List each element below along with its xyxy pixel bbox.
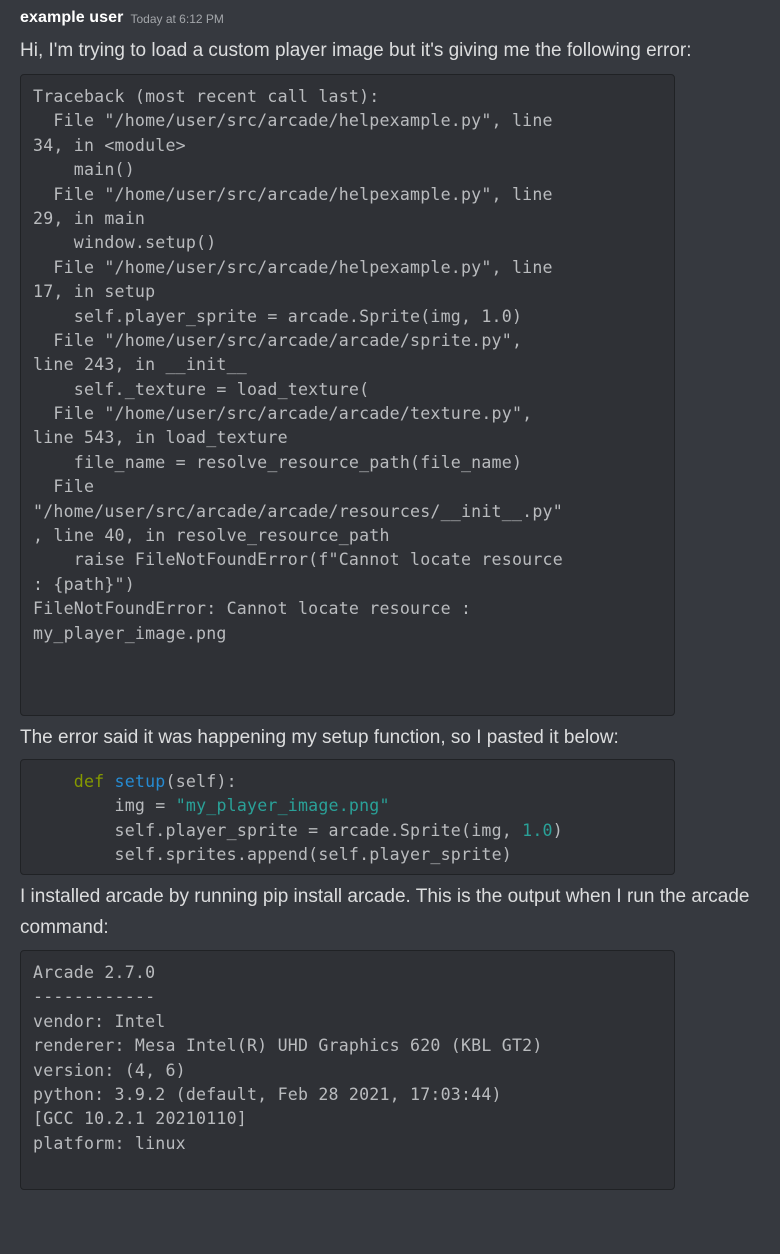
code-line: File "/home/user/src/arcade/arcade/textu… [33, 404, 533, 424]
username[interactable]: example user [20, 9, 123, 27]
code-line: "/home/user/src/arcade/arcade/resources/… [33, 501, 563, 521]
code-line: python: 3.9.2 (default, Feb 28 2021, 17:… [33, 1084, 502, 1104]
code-line: File "/home/user/src/arcade/helpexample.… [33, 184, 553, 204]
code-line: renderer: Mesa Intel(R) UHD Graphics 620… [33, 1036, 543, 1056]
code-line: img = "my_player_image.png" [33, 794, 664, 818]
code-line: line 243, in __init__ [33, 355, 247, 375]
message-header: example user Today at 6:12 PM [20, 0, 772, 36]
code-text: (self): [165, 772, 237, 791]
code-line: def setup(self): [33, 770, 664, 794]
code-line: File "/home/user/src/arcade/helpexample.… [33, 257, 553, 277]
code-line: : {path}") [33, 574, 135, 594]
code-line: Traceback (most recent call last): [33, 87, 380, 106]
code-line: platform: linux [33, 1133, 186, 1153]
code-function-name: setup [114, 772, 166, 791]
code-text: img = [114, 796, 176, 816]
python-code-block: def setup(self): img = "my_player_image.… [20, 759, 675, 875]
code-keyword: def [73, 772, 105, 791]
code-line: FileNotFoundError: Cannot locate resourc… [33, 599, 472, 619]
code-line: 29, in main [33, 208, 146, 228]
chat-message: example user Today at 6:12 PM Hi, I'm tr… [20, 0, 772, 1196]
message-paragraph-2: The error said it was happening my setup… [20, 727, 619, 748]
code-line: 17, in setup [33, 282, 156, 302]
code-line: self.sprites.append(self.player_sprite) [33, 843, 664, 867]
code-line: self._texture = load_texture( [33, 379, 370, 399]
code-text: self.sprites.append(self.player_sprite) [114, 845, 512, 865]
message-paragraph-1: Hi, I'm trying to load a custom player i… [20, 40, 692, 61]
code-line: main() [33, 160, 135, 180]
code-line: File "/home/user/src/arcade/arcade/sprit… [33, 330, 523, 350]
code-line: 34, in <module> [33, 135, 186, 155]
code-line: , line 40, in resolve_resource_path [33, 526, 390, 546]
code-line: ------------ [33, 987, 156, 1007]
code-line: [GCC 10.2.1 20210110] [33, 1109, 247, 1129]
code-line: window.setup() [33, 233, 217, 253]
code-line: File "/home/user/src/arcade/helpexample.… [33, 111, 553, 131]
code-line: self.player_sprite = arcade.Sprite(img, … [33, 819, 664, 843]
code-line: my_player_image.png [33, 623, 227, 643]
code-number: 1.0 [522, 820, 553, 840]
arcade-output-code-block: Arcade 2.7.0 ------------ vendor: Intel ren… [20, 950, 675, 1190]
code-line: File [33, 477, 95, 497]
code-line: self.player_sprite = arcade.Sprite(img, … [33, 306, 523, 326]
message-paragraph-3: I installed arcade by running pip instal… [20, 886, 750, 938]
code-string: "my_player_image.png" [175, 796, 390, 816]
code-line: Arcade 2.7.0 [33, 963, 156, 982]
code-line: line 543, in load_texture [33, 428, 288, 448]
traceback-code-block: Traceback (most recent call last): File … [20, 74, 675, 716]
code-text: ) [552, 820, 563, 840]
code-line: version: (4, 6) [33, 1060, 186, 1080]
code-line: vendor: Intel [33, 1011, 166, 1031]
code-text: self.player_sprite = arcade.Sprite(img, [114, 820, 523, 840]
code-line: file_name = resolve_resource_path(file_n… [33, 452, 523, 472]
timestamp[interactable]: Today at 6:12 PM [130, 12, 223, 26]
code-line: raise FileNotFoundError(f"Cannot locate … [33, 550, 563, 570]
